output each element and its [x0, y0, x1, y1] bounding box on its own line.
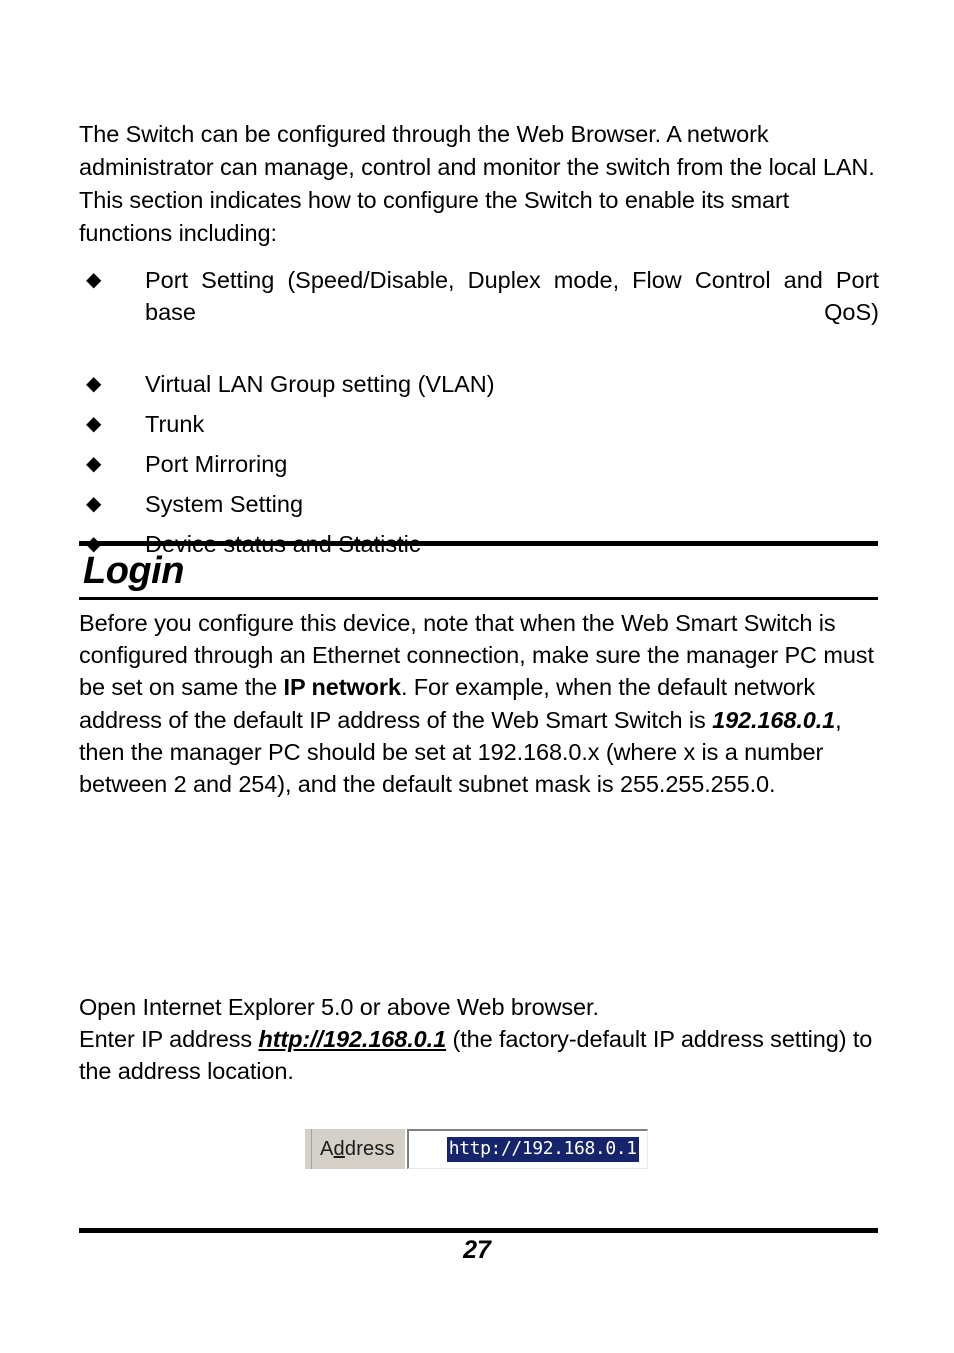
- list-item-label: Virtual LAN Group setting (VLAN): [145, 371, 495, 397]
- feature-bullet-list: ◆ Port Setting (Speed/Disable, Duplex mo…: [79, 264, 879, 560]
- document-page: The Switch can be configured through the…: [0, 0, 954, 1353]
- diamond-bullet-icon: ◆: [86, 493, 102, 515]
- diamond-bullet-icon: ◆: [86, 413, 102, 435]
- address-label-suffix: dress: [344, 1137, 395, 1160]
- login-description-paragraph: Before you configure this device, note t…: [79, 607, 889, 800]
- list-item: ◆ Port Setting (Speed/Disable, Duplex mo…: [79, 264, 879, 360]
- ip-network-emphasis: IP network: [283, 674, 402, 701]
- address-input-value[interactable]: http://192.168.0.1: [446, 1137, 639, 1162]
- diamond-bullet-icon: ◆: [86, 373, 102, 395]
- intro-section: The Switch can be configured through the…: [79, 118, 879, 568]
- page-title: Login: [83, 550, 184, 592]
- address-label-prefix: A: [320, 1137, 334, 1160]
- open-browser-line: Open Internet Explorer 5.0 or above Web …: [79, 994, 599, 1020]
- list-item-label: Trunk: [145, 411, 205, 437]
- list-item-label: Port Mirroring: [145, 451, 288, 477]
- default-url-link[interactable]: http://192.168.0.1: [258, 1026, 446, 1052]
- list-item-label: System Setting: [145, 491, 304, 517]
- diamond-bullet-icon: ◆: [86, 269, 102, 291]
- list-item-label: Port Setting (Speed/Disable, Duplex mode…: [145, 267, 879, 325]
- login-description-text: Before you configure this device, note t…: [79, 607, 889, 800]
- browser-instructions-paragraph: Open Internet Explorer 5.0 or above Web …: [79, 991, 889, 1088]
- address-label-accelerator: d: [333, 1137, 345, 1160]
- heading-rule-top: [79, 541, 878, 546]
- diamond-bullet-icon: ◆: [86, 453, 102, 475]
- list-item: ◆ System Setting: [79, 488, 879, 520]
- default-ip-emphasis: 192.168.0.1: [712, 706, 836, 733]
- enter-ip-part-1: Enter IP address: [79, 1026, 259, 1053]
- page-number: 27: [463, 1236, 491, 1264]
- footer-rule: [79, 1228, 878, 1233]
- address-bar-label: Ad dress: [312, 1129, 407, 1169]
- address-input[interactable]: http://192.168.0.1: [406, 1129, 648, 1169]
- list-item: ◆ Trunk: [79, 408, 879, 440]
- list-item: ◆ Port Mirroring: [79, 448, 879, 480]
- enter-ip-line: Enter IP address http://192.168.0.1 (the…: [79, 1023, 889, 1087]
- list-item: ◆ Virtual LAN Group setting (VLAN): [79, 368, 879, 400]
- heading-rule-bottom: [79, 597, 878, 600]
- toolbar-grip-handle[interactable]: [303, 1129, 312, 1169]
- intro-paragraph: The Switch can be configured through the…: [79, 121, 875, 246]
- address-bar-figure: Ad dress http://192.168.0.1: [303, 1129, 648, 1169]
